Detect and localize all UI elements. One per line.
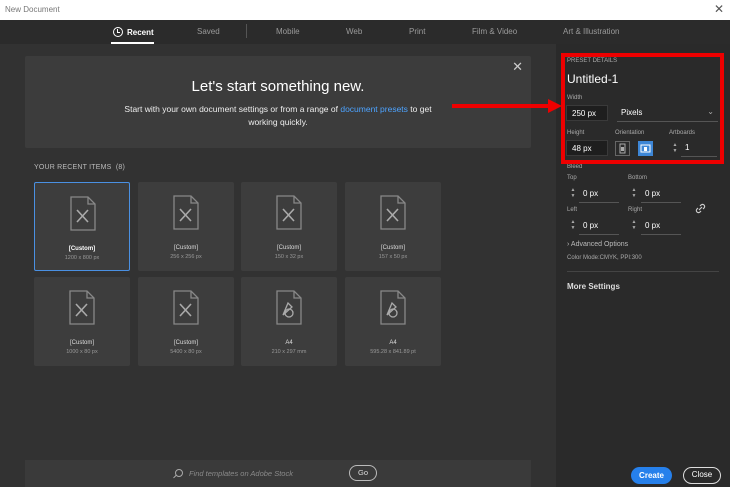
bleed-top-input[interactable]: 0 px (579, 185, 619, 203)
document-icon (173, 195, 199, 230)
tab-divider (246, 24, 247, 38)
tab-film-video[interactable]: Film & Video (472, 27, 517, 36)
document-icon (70, 196, 96, 231)
welcome-text: Start with your own document settings or… (124, 104, 432, 127)
bleed-bottom-input[interactable]: 0 px (641, 185, 681, 203)
advanced-options-toggle[interactable]: › Advanced Options (567, 241, 628, 248)
recent-item-card[interactable]: [Custom] 1000 x 80 px (34, 277, 130, 366)
bleed-bottom-label: Bottom (628, 175, 648, 181)
left-stepper-icon[interactable]: ▲ ▼ (569, 219, 577, 233)
divider (567, 271, 719, 272)
bleed-right-label: Right (628, 207, 643, 213)
item-name: [Custom] (173, 245, 198, 251)
tab-label: Recent (127, 28, 154, 37)
item-name: [Custom] (69, 340, 94, 346)
item-name: [Custom] (68, 246, 96, 252)
banner-close-icon[interactable]: ✕ (512, 59, 523, 75)
item-dimensions: 157 x 50 px (378, 254, 408, 260)
category-tabs: Recent Saved Mobile Web Print Film & Vid… (0, 20, 730, 44)
color-mode-text: Color Mode:CMYK, PPI:300 (567, 255, 642, 261)
search-icon (175, 469, 183, 477)
item-name: A4 (285, 340, 293, 346)
bleed-left-input[interactable]: 0 px (579, 217, 619, 235)
item-name: A4 (389, 340, 397, 346)
item-name: [Custom] (380, 245, 405, 251)
title-bar: New Document ✕ (0, 0, 730, 20)
bleed-top-label: Top (567, 175, 577, 181)
new-document-window: New Document ✕ Recent Saved Mobile Web P… (0, 0, 730, 487)
recent-item-card[interactable]: [Custom] 150 x 32 px (241, 182, 337, 271)
document-icon (69, 290, 95, 325)
window-title: New Document (5, 5, 60, 14)
close-button[interactable]: Close (683, 467, 721, 484)
top-stepper-icon[interactable]: ▲ ▼ (569, 187, 577, 201)
tab-mobile[interactable]: Mobile (276, 27, 300, 36)
bleed-label: Bleed (567, 164, 583, 170)
item-dimensions: 1000 x 80 px (66, 349, 98, 355)
tab-saved[interactable]: Saved (197, 27, 220, 36)
document-icon (173, 290, 199, 325)
item-dimensions: 595.28 x 841.89 pt (370, 349, 416, 355)
welcome-title: Let's start something new. (191, 78, 365, 95)
document-icon (276, 195, 302, 230)
item-name: [Custom] (276, 245, 301, 251)
link-icon[interactable] (695, 203, 706, 214)
document-icon (380, 195, 406, 230)
print-document-icon (276, 290, 302, 325)
item-dimensions: 1200 x 800 px (64, 255, 100, 261)
create-button[interactable]: Create (631, 467, 672, 484)
item-dimensions: 210 x 297 mm (271, 349, 307, 355)
recent-item-card[interactable]: A4 595.28 x 841.89 pt (345, 277, 441, 366)
tab-art-illustration[interactable]: Art & Illustration (563, 27, 619, 36)
recent-item-card[interactable]: [Custom] 157 x 50 px (345, 182, 441, 271)
item-dimensions: 150 x 32 px (274, 254, 304, 260)
tab-recent[interactable]: Recent (111, 27, 154, 44)
go-button[interactable]: Go (349, 465, 377, 481)
window-close-icon[interactable]: ✕ (714, 2, 724, 16)
recent-item-card[interactable]: [Custom] 1200 x 800 px (34, 182, 130, 271)
right-stepper-icon[interactable]: ▲ ▼ (630, 219, 638, 233)
item-dimensions: 5400 x 80 px (170, 349, 202, 355)
bleed-left-label: Left (567, 207, 578, 213)
tab-print[interactable]: Print (409, 27, 425, 36)
recent-item-card[interactable]: A4 210 x 297 mm (241, 277, 337, 366)
clock-icon (113, 27, 123, 37)
document-presets-link[interactable]: document presets (340, 104, 408, 114)
tab-web[interactable]: Web (346, 27, 362, 36)
chevron-right-icon: › (567, 241, 570, 248)
recent-item-card[interactable]: [Custom] 5400 x 80 px (138, 277, 234, 366)
item-name: [Custom] (173, 340, 198, 346)
item-dimensions: 256 x 256 px (170, 254, 202, 260)
bottom-stepper-icon[interactable]: ▲ ▼ (630, 187, 638, 201)
highlight-box (561, 53, 724, 164)
more-settings-button[interactable]: More Settings (567, 282, 620, 291)
stock-search-input[interactable] (189, 466, 339, 480)
bleed-right-input[interactable]: 0 px (641, 217, 681, 235)
print-document-icon (380, 290, 406, 325)
recent-items-heading: YOUR RECENT ITEMS (8) (34, 164, 126, 171)
recent-item-card[interactable]: [Custom] 256 x 256 px (138, 182, 234, 271)
stock-search-bar: Go (25, 460, 531, 487)
red-arrow-icon (452, 99, 562, 113)
